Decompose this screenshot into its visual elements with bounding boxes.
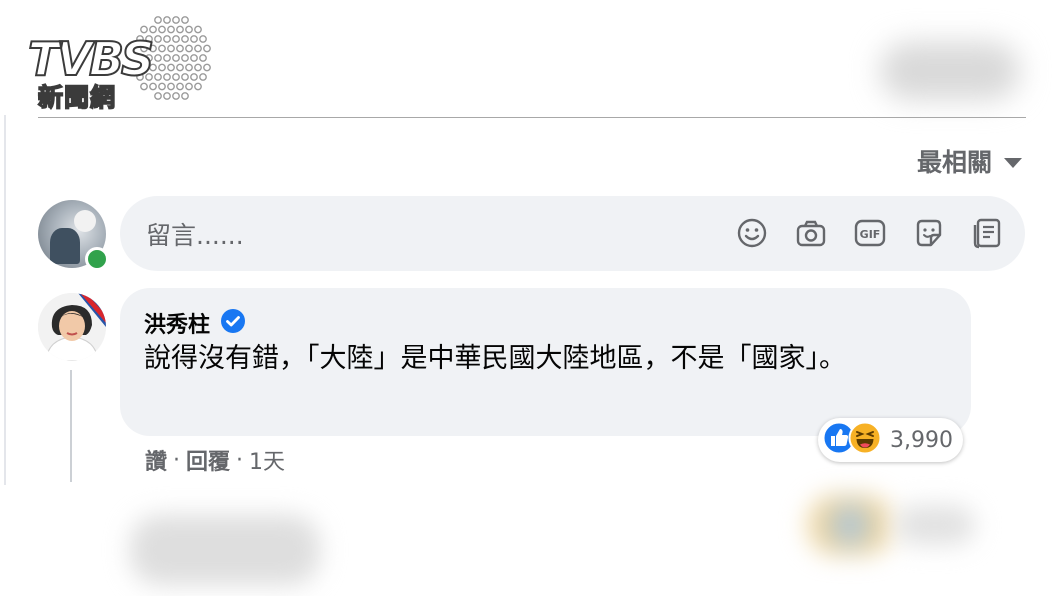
thread-line <box>70 370 72 482</box>
comment-timestamp[interactable]: 1天 <box>249 444 285 476</box>
separator: · <box>173 447 181 473</box>
author-name[interactable]: 洪秀柱 <box>144 307 210 339</box>
tvbs-logo: TVBS 新聞網 <box>27 14 213 116</box>
haha-reaction-icon <box>848 421 882 459</box>
comment-placeholder: 留言...... <box>146 221 244 250</box>
reply-link[interactable]: 回覆 <box>186 444 230 476</box>
logo-wordmark: TVBS <box>27 32 155 86</box>
blurred-content <box>130 515 320 585</box>
blurred-header-element <box>880 42 1020 100</box>
comment-text: 說得沒有錯，「大陸」是中華民國大陸地區，不是「國家」。 <box>144 343 846 374</box>
comment-actions: 讚 · 回覆 · 1天 <box>145 444 285 476</box>
reaction-summary[interactable]: 3,990 <box>818 418 963 462</box>
sticker-icon[interactable] <box>912 216 946 250</box>
reaction-count: 3,990 <box>890 427 953 453</box>
caret-down-icon <box>1004 158 1022 168</box>
blurred-content <box>895 505 975 545</box>
document-icon[interactable] <box>971 216 1005 250</box>
verified-badge-icon <box>220 308 246 338</box>
smiley-icon[interactable] <box>735 216 769 250</box>
header-divider <box>38 117 1026 118</box>
blurred-content <box>805 495 895 555</box>
comment-author: 洪秀柱 <box>144 307 246 339</box>
comment-input[interactable]: 留言...... GIF <box>120 196 1025 271</box>
comment-bubble: 洪秀柱 說得沒有錯，「大陸」是中華民國大陸地區，不是「國家」。 <box>120 288 971 436</box>
sort-dropdown[interactable]: 最相關 <box>917 143 1022 179</box>
gif-icon[interactable]: GIF <box>853 216 887 250</box>
left-border <box>4 115 6 485</box>
svg-text:GIF: GIF <box>860 228 881 241</box>
logo-subtitle: 新聞網 <box>37 83 117 113</box>
online-status-dot <box>85 247 109 271</box>
camera-icon[interactable] <box>794 216 828 250</box>
author-avatar[interactable] <box>38 293 106 361</box>
sort-label: 最相關 <box>916 148 992 177</box>
separator: · <box>236 447 244 473</box>
like-link[interactable]: 讚 <box>145 444 167 476</box>
